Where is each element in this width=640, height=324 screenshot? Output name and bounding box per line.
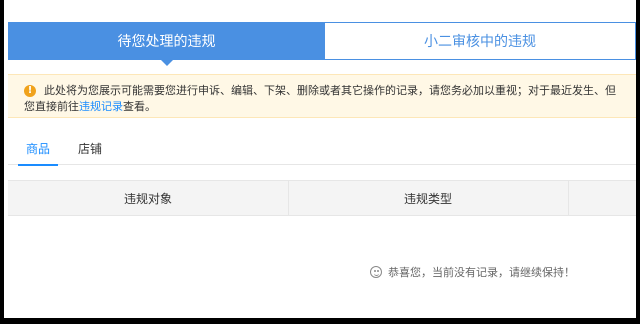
violation-panel: 待您处理的违规 小二审核中的违规 ! 此处将为您展示可能需要您进行申诉、编辑、下… <box>4 0 636 318</box>
tab-pending-violations[interactable]: 待您处理的违规 <box>8 22 325 66</box>
notice-text-line1: 此处将为您展示可能需要您进行申诉、编辑、下架、删除或者其它操作的记录，请您务必加… <box>44 84 616 97</box>
warning-icon: ! <box>24 85 36 97</box>
subtab-products[interactable]: 商品 <box>17 140 59 166</box>
subtabs: 商品 店铺 <box>8 140 636 166</box>
notice-text-before: 您直接前往 <box>24 100 79 113</box>
smile-icon <box>370 266 382 278</box>
violation-tabs: 待您处理的违规 小二审核中的违规 <box>8 22 636 66</box>
subtab-shop[interactable]: 店铺 <box>78 140 102 157</box>
notice-text-line2: 您直接前往违规记录查看。 <box>24 100 156 114</box>
notice-banner: ! 此处将为您展示可能需要您进行申诉、编辑、下架、删除或者其它操作的记录，请您务… <box>8 74 636 118</box>
tab-under-review-violations[interactable]: 小二审核中的违规 <box>325 22 636 60</box>
tab-review-label: 小二审核中的违规 <box>424 34 536 50</box>
empty-state: 恭喜您，当前没有记录，请继续保持！ <box>370 264 575 280</box>
column-violation-type: 违规类型 <box>288 181 569 215</box>
table-header: 违规对象 违规类型 <box>8 180 636 216</box>
notice-text-after: 查看。 <box>123 100 156 113</box>
violation-records-link[interactable]: 违规记录 <box>79 100 123 113</box>
column-violation-object: 违规对象 <box>8 181 289 215</box>
tab-pending-label: 待您处理的违规 <box>117 34 216 50</box>
column-more <box>568 181 636 215</box>
empty-state-text: 恭喜您，当前没有记录，请继续保持！ <box>388 266 575 279</box>
